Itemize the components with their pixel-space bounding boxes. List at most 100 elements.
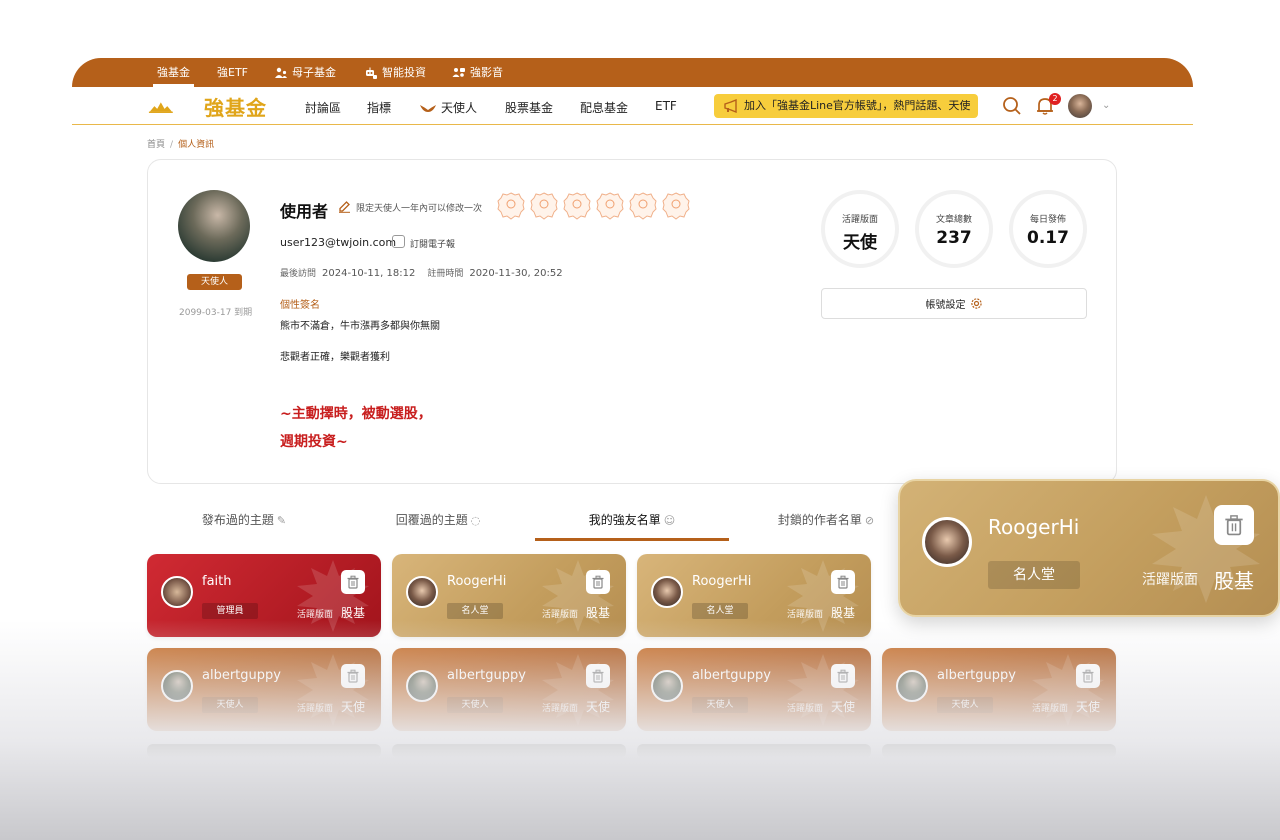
topnav-item-fund[interactable]: 強基金 bbox=[153, 58, 194, 87]
trash-icon bbox=[1082, 669, 1094, 683]
friend-active-label: 活躍版面 bbox=[542, 704, 579, 714]
parent-child-icon bbox=[275, 67, 287, 78]
comment-icon: ◌ bbox=[470, 514, 481, 527]
medal-icon bbox=[563, 192, 591, 220]
visit-info: 最後訪問 2024-10-11, 18:12 註冊時間 2020-11-30, 20:… bbox=[280, 266, 563, 279]
angel-watermark-icon bbox=[542, 654, 614, 726]
stat-post-count: 文章總數 237 bbox=[915, 190, 993, 268]
delete-friend-button[interactable] bbox=[341, 664, 365, 688]
angel-watermark-icon bbox=[787, 654, 859, 726]
tab-blocked-authors[interactable]: 封鎖的作者名單 ⊘ bbox=[729, 504, 923, 541]
friend-name[interactable]: albertguppy bbox=[692, 668, 771, 683]
friend-card[interactable]: albertguppy 天使人 活躍版面 天使 bbox=[882, 648, 1116, 731]
trash-icon bbox=[347, 575, 359, 589]
friend-name[interactable]: albertguppy bbox=[937, 668, 1016, 683]
nav-dividend-fund[interactable]: 配息基金 bbox=[580, 99, 628, 116]
friend-card[interactable]: RoogerHi 名人堂 活躍版面 股基 bbox=[392, 554, 626, 637]
friend-name[interactable]: RoogerHi bbox=[988, 515, 1079, 539]
friend-active-board: 天使 bbox=[341, 700, 366, 714]
ghost-card bbox=[637, 744, 871, 758]
delete-friend-button[interactable] bbox=[831, 570, 855, 594]
friend-name[interactable]: RoogerHi bbox=[692, 574, 751, 589]
breadcrumb-home[interactable]: 首頁 bbox=[147, 140, 165, 150]
delete-friend-button[interactable] bbox=[1076, 664, 1100, 688]
friend-role: 名人堂 bbox=[988, 561, 1080, 589]
friend-name[interactable]: RoogerHi bbox=[447, 574, 506, 589]
friend-avatar bbox=[161, 670, 193, 702]
tab-replied-topics[interactable]: 回覆過的主題 ◌ bbox=[341, 504, 535, 541]
angel-watermark-icon bbox=[787, 560, 859, 632]
notification-badge: 2 bbox=[1049, 93, 1061, 105]
signature-highlight: ~主動擇時，被動選股， bbox=[280, 406, 432, 422]
breadcrumb-current: 個人資訊 bbox=[178, 140, 215, 150]
delete-friend-button[interactable] bbox=[586, 664, 610, 688]
topnav-item-smart-invest[interactable]: 智能投資 bbox=[364, 58, 426, 87]
signature-title: 個性簽名 bbox=[280, 300, 320, 311]
delete-friend-button[interactable] bbox=[586, 570, 610, 594]
friend-active-label: 活躍版面 bbox=[1142, 572, 1198, 588]
friend-name[interactable]: faith bbox=[202, 574, 232, 589]
friend-avatar bbox=[651, 576, 683, 608]
delete-friend-button[interactable] bbox=[1214, 505, 1254, 545]
friend-active-label: 活躍版面 bbox=[542, 610, 579, 620]
medal-icon bbox=[497, 192, 525, 220]
chevron-down-icon[interactable]: ⌄ bbox=[1102, 100, 1110, 111]
profile-card: 天使人 2099-03-17 到期 使用者 限定天使人一年內可以修改一次 use… bbox=[147, 159, 1117, 484]
delete-friend-button[interactable] bbox=[341, 570, 365, 594]
topnav-item-video[interactable]: 強影音 bbox=[452, 58, 503, 87]
trash-icon bbox=[592, 575, 604, 589]
account-settings-button[interactable]: 帳號設定 bbox=[821, 288, 1087, 319]
signature-highlight: 週期投資~ bbox=[280, 434, 348, 450]
trash-icon bbox=[837, 669, 849, 683]
topnav-item-parent-child[interactable]: 母子基金 bbox=[274, 58, 336, 87]
search-icon[interactable] bbox=[1001, 95, 1023, 117]
friend-name[interactable]: albertguppy bbox=[202, 668, 281, 683]
stat-daily-posts: 每日發佈 0.17 bbox=[1009, 190, 1087, 268]
friend-active-board: 股基 bbox=[831, 606, 856, 620]
signature-line: 悲觀者正確，樂觀者獲利 bbox=[280, 352, 390, 363]
tab-posted-topics[interactable]: 發布過的主題 ✎ bbox=[147, 504, 341, 541]
video-people-icon bbox=[452, 67, 465, 77]
friend-card[interactable]: RoogerHi 名人堂 活躍版面 股基 bbox=[637, 554, 871, 637]
nav-forum[interactable]: 討論區 bbox=[305, 99, 341, 116]
nav-etf[interactable]: ETF bbox=[655, 99, 677, 113]
block-icon: ⊘ bbox=[864, 514, 875, 527]
friend-active-label: 活躍版面 bbox=[787, 704, 824, 714]
friend-avatar bbox=[161, 576, 193, 608]
nav-angel[interactable]: 天使人 bbox=[419, 99, 477, 116]
friend-active-label: 活躍版面 bbox=[787, 610, 824, 620]
zoomed-friend-card[interactable]: RoogerHi 名人堂 活躍版面 股基 bbox=[898, 479, 1280, 617]
friend-card[interactable]: albertguppy 天使人 活躍版面 天使 bbox=[637, 648, 871, 731]
megaphone-icon bbox=[724, 99, 737, 113]
line-promo-banner[interactable]: 加入「強基金Line官方帳號」，熱門話題、天使 bbox=[714, 94, 978, 118]
medal-icon bbox=[596, 192, 624, 220]
role-badge: 天使人 bbox=[187, 274, 242, 290]
medal-icon bbox=[662, 192, 690, 220]
tab-friend-list[interactable]: 我的強友名單 ☺ bbox=[535, 504, 729, 541]
delete-friend-button[interactable] bbox=[831, 664, 855, 688]
newsletter-checkbox[interactable] bbox=[392, 235, 405, 248]
friend-card[interactable]: faith 管理員 活躍版面 股基 bbox=[147, 554, 381, 637]
topnav-item-etf[interactable]: 強ETF bbox=[217, 58, 248, 87]
user-avatar[interactable] bbox=[1068, 94, 1092, 118]
nav-stock-fund[interactable]: 股票基金 bbox=[505, 99, 553, 116]
pencil-icon: ✎ bbox=[276, 514, 287, 527]
breadcrumb: 首頁 / 個人資訊 bbox=[147, 137, 214, 150]
friend-active-board: 股基 bbox=[341, 606, 366, 620]
logo-sun-icon bbox=[148, 102, 173, 113]
friend-avatar bbox=[922, 517, 972, 567]
ghost-card bbox=[147, 744, 381, 758]
logo-text[interactable]: 強基金 bbox=[204, 92, 267, 121]
edit-icon[interactable] bbox=[338, 200, 351, 213]
stat-active-board: 活躍版面 天使 bbox=[821, 190, 899, 268]
angel-watermark-icon bbox=[297, 560, 369, 632]
trash-icon bbox=[347, 669, 359, 683]
nav-indicator[interactable]: 指標 bbox=[367, 99, 391, 116]
gear-icon bbox=[970, 298, 982, 309]
edit-note: 限定天使人一年內可以修改一次 bbox=[356, 204, 483, 214]
friend-card[interactable]: albertguppy 天使人 活躍版面 天使 bbox=[147, 648, 381, 731]
angel-watermark-icon bbox=[542, 560, 614, 632]
friend-card[interactable]: albertguppy 天使人 活躍版面 天使 bbox=[392, 648, 626, 731]
angel-watermark-icon bbox=[297, 654, 369, 726]
friend-name[interactable]: albertguppy bbox=[447, 668, 526, 683]
